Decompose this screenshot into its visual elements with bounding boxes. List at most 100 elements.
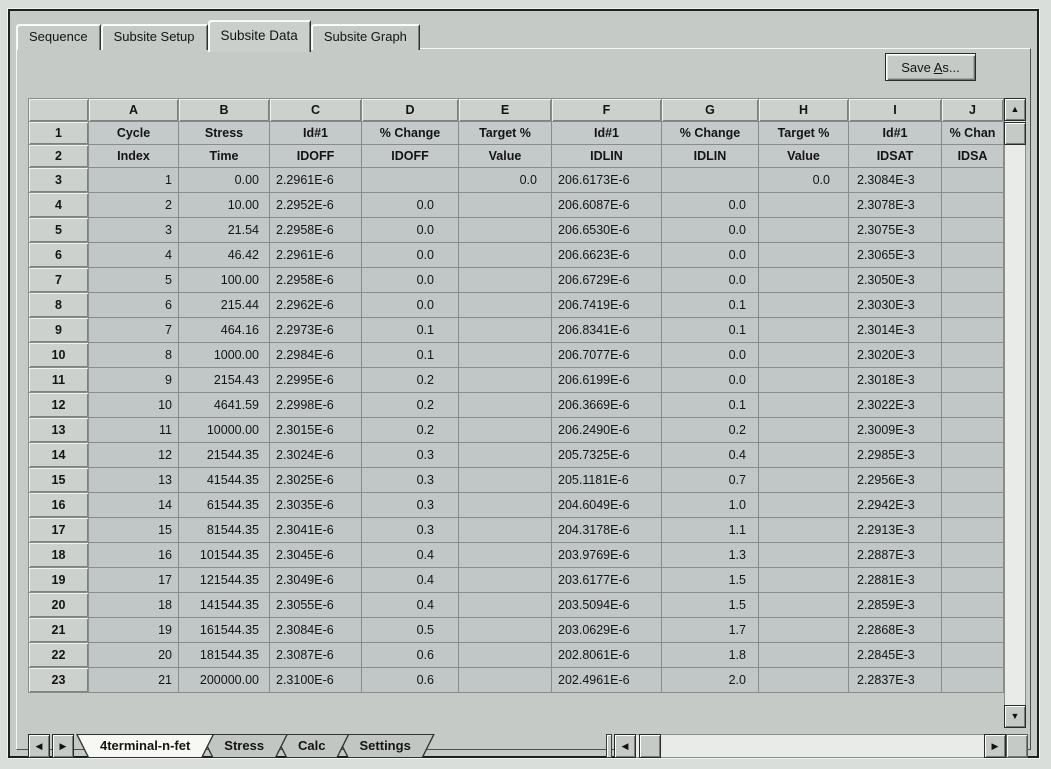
cell[interactable]: 100.00 xyxy=(179,268,270,293)
cell[interactable]: 200000.00 xyxy=(179,668,270,693)
cell[interactable]: 2.3065E-3 xyxy=(849,243,942,268)
row-header[interactable]: 4 xyxy=(29,193,89,218)
cell[interactable]: 6 xyxy=(89,293,179,318)
cell[interactable]: 0.3 xyxy=(362,443,459,468)
cell[interactable] xyxy=(759,618,849,643)
cell[interactable]: 16 xyxy=(89,543,179,568)
cell[interactable]: 161544.35 xyxy=(179,618,270,643)
cell[interactable] xyxy=(459,618,552,643)
column-header[interactable]: G xyxy=(662,99,759,122)
cell[interactable] xyxy=(942,443,1004,468)
cell[interactable] xyxy=(759,418,849,443)
cell[interactable]: 2.3009E-3 xyxy=(849,418,942,443)
cell[interactable]: 2.2837E-3 xyxy=(849,668,942,693)
header-cell[interactable]: Id#1 xyxy=(270,122,362,145)
cell[interactable]: 1.1 xyxy=(662,518,759,543)
cell[interactable]: 81544.35 xyxy=(179,518,270,543)
scroll-left-button[interactable]: ◀ xyxy=(614,734,636,758)
vertical-scrollbar[interactable]: ▲ ▼ xyxy=(1004,98,1026,728)
cell[interactable]: 202.4961E-6 xyxy=(552,668,662,693)
cell[interactable]: 2.2958E-6 xyxy=(270,218,362,243)
sheet-tab-4terminal-n-fet[interactable]: 4terminal-n-fet xyxy=(76,734,214,758)
cell[interactable]: 1 xyxy=(89,168,179,193)
sheet-tab-settings[interactable]: Settings xyxy=(336,734,435,758)
cell[interactable]: 0.1 xyxy=(362,343,459,368)
cell[interactable]: 5 xyxy=(89,268,179,293)
cell[interactable]: 0.3 xyxy=(362,518,459,543)
cell[interactable]: 0.4 xyxy=(362,593,459,618)
cell[interactable]: 2.2962E-6 xyxy=(270,293,362,318)
column-header[interactable]: F xyxy=(552,99,662,122)
cell[interactable] xyxy=(942,218,1004,243)
cell[interactable]: 2.3025E-6 xyxy=(270,468,362,493)
cell[interactable]: 2.2913E-3 xyxy=(849,518,942,543)
cell[interactable]: 2.2973E-6 xyxy=(270,318,362,343)
cell[interactable]: 7 xyxy=(89,318,179,343)
cell[interactable]: 1.8 xyxy=(662,643,759,668)
cell[interactable]: 0.0 xyxy=(362,193,459,218)
cell[interactable]: 0.6 xyxy=(362,643,459,668)
cell[interactable]: 0.2 xyxy=(362,368,459,393)
cell[interactable]: 21 xyxy=(89,668,179,693)
cell[interactable]: 10.00 xyxy=(179,193,270,218)
cell[interactable]: 0.0 xyxy=(662,243,759,268)
save-as-button[interactable]: Save As... xyxy=(885,53,976,81)
cell[interactable]: 11 xyxy=(89,418,179,443)
cell[interactable]: 203.0629E-6 xyxy=(552,618,662,643)
cell[interactable] xyxy=(942,618,1004,643)
sheet-tab-scroll-left-button[interactable]: ◀ xyxy=(28,734,50,758)
cell[interactable]: 204.3178E-6 xyxy=(552,518,662,543)
row-header[interactable]: 16 xyxy=(29,493,89,518)
cell[interactable]: 8 xyxy=(89,343,179,368)
cell[interactable] xyxy=(942,193,1004,218)
cell[interactable]: 205.1181E-6 xyxy=(552,468,662,493)
cell[interactable]: 3 xyxy=(89,218,179,243)
row-header[interactable]: 8 xyxy=(29,293,89,318)
cell[interactable] xyxy=(459,518,552,543)
cell[interactable] xyxy=(759,668,849,693)
cell[interactable]: 141544.35 xyxy=(179,593,270,618)
row-header[interactable]: 2 xyxy=(29,145,89,168)
cell[interactable]: 0.0 xyxy=(662,368,759,393)
header-cell[interactable]: Stress xyxy=(179,122,270,145)
cell[interactable]: 2.2868E-3 xyxy=(849,618,942,643)
header-cell[interactable]: Index xyxy=(89,145,179,168)
cell[interactable]: 1.5 xyxy=(662,568,759,593)
column-header[interactable]: B xyxy=(179,99,270,122)
cell[interactable]: 206.7077E-6 xyxy=(552,343,662,368)
cell[interactable]: 206.7419E-6 xyxy=(552,293,662,318)
cell[interactable]: 206.6530E-6 xyxy=(552,218,662,243)
cell[interactable]: 205.7325E-6 xyxy=(552,443,662,468)
cell[interactable]: 12 xyxy=(89,443,179,468)
cell[interactable]: 0.6 xyxy=(362,668,459,693)
row-header[interactable]: 17 xyxy=(29,518,89,543)
cell[interactable] xyxy=(942,268,1004,293)
cell[interactable] xyxy=(662,168,759,193)
cell[interactable]: 21.54 xyxy=(179,218,270,243)
cell[interactable] xyxy=(942,368,1004,393)
cell[interactable]: 0.0 xyxy=(662,193,759,218)
cell[interactable]: 2.2859E-3 xyxy=(849,593,942,618)
cell[interactable]: 215.44 xyxy=(179,293,270,318)
row-header[interactable]: 20 xyxy=(29,593,89,618)
cell[interactable]: 2 xyxy=(89,193,179,218)
header-cell[interactable]: Id#1 xyxy=(849,122,942,145)
cell[interactable]: 2.3087E-6 xyxy=(270,643,362,668)
cell[interactable] xyxy=(942,293,1004,318)
cell[interactable]: 206.6729E-6 xyxy=(552,268,662,293)
cell[interactable]: 20 xyxy=(89,643,179,668)
cell[interactable] xyxy=(459,393,552,418)
cell[interactable]: 206.6199E-6 xyxy=(552,368,662,393)
cell[interactable] xyxy=(759,443,849,468)
cell[interactable]: 0.3 xyxy=(362,493,459,518)
row-header[interactable]: 22 xyxy=(29,643,89,668)
horizontal-scrollbar[interactable]: ◀ ▶ xyxy=(614,734,1006,758)
cell[interactable] xyxy=(459,218,552,243)
cell[interactable]: 2.2984E-6 xyxy=(270,343,362,368)
row-header[interactable]: 1 xyxy=(29,122,89,145)
header-cell[interactable]: Cycle xyxy=(89,122,179,145)
cell[interactable] xyxy=(459,493,552,518)
cell[interactable] xyxy=(759,293,849,318)
row-header[interactable]: 9 xyxy=(29,318,89,343)
tab-scrollbar-splitter[interactable] xyxy=(606,734,612,758)
